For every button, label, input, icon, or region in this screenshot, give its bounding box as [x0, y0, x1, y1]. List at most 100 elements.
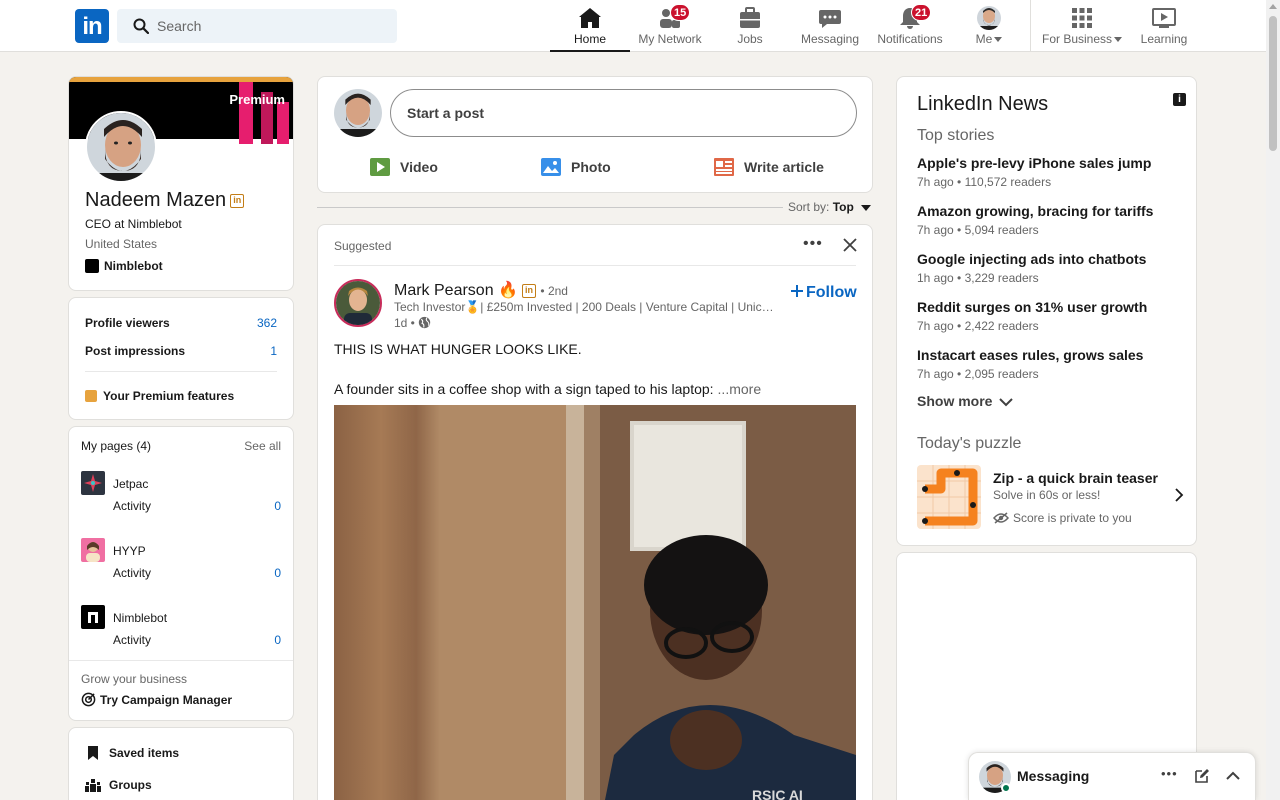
see-more-link[interactable]: ...more: [718, 381, 762, 397]
share-box: Start a post Video Photo Write article: [317, 76, 873, 193]
puzzle-privacy: Score is private to you: [993, 511, 1132, 525]
nav-messaging[interactable]: Messaging: [790, 0, 870, 52]
nav-divider: [1030, 0, 1031, 52]
search-input[interactable]: [157, 9, 387, 43]
campaign-manager-link[interactable]: Try Campaign Manager: [81, 692, 232, 708]
show-more-button[interactable]: Show more: [917, 393, 1014, 409]
avatar[interactable]: [334, 89, 382, 137]
see-all-link[interactable]: See all: [244, 439, 281, 453]
news-item[interactable]: Amazon growing, bracing for tariffs 7h ag…: [917, 203, 1187, 237]
eye-slash-icon: [993, 512, 1009, 524]
nav-my-network[interactable]: 15 My Network: [630, 0, 710, 52]
compose-icon[interactable]: [1194, 768, 1210, 784]
nav-for-business[interactable]: For Business: [1036, 0, 1128, 52]
online-status-dot: [1001, 783, 1011, 793]
divider: [334, 265, 856, 266]
page-item-nimblebot[interactable]: Nimblebot Activity 0: [81, 605, 281, 657]
caret-down-icon: [861, 204, 872, 211]
more-options-icon[interactable]: •••: [803, 235, 823, 253]
news-item[interactable]: Reddit surges on 31% user growth 7h ago •…: [917, 299, 1187, 333]
learning-play-icon: [1152, 8, 1176, 28]
chevron-up-icon[interactable]: [1225, 770, 1241, 782]
globe-icon: [419, 317, 431, 329]
profile-company[interactable]: Nimblebot: [85, 258, 163, 274]
author-headline: Tech Investor🏅| £250m Invested | 200 Dea…: [394, 300, 778, 314]
divider: [69, 660, 293, 661]
puzzle-description: Solve in 60s or less!: [993, 488, 1101, 502]
sort-divider: [317, 207, 783, 208]
divider: [85, 371, 277, 372]
photo-button[interactable]: Photo: [541, 149, 631, 185]
sort-control[interactable]: Sort by: Top: [788, 200, 872, 214]
page-item-hyyp[interactable]: HYYP Activity 0: [81, 538, 281, 590]
groups-link[interactable]: Groups: [109, 778, 152, 792]
nav-me-label: Me: [950, 32, 1028, 46]
scrollbar-thumb[interactable]: [1269, 16, 1277, 151]
grow-business-label: Grow your business: [81, 672, 188, 686]
more-options-icon[interactable]: •••: [1161, 766, 1178, 781]
news-subtitle: Top stories: [917, 127, 995, 144]
profile-name[interactable]: Nadeem Mazen in: [85, 189, 245, 212]
chevron-right-icon[interactable]: [1174, 487, 1184, 503]
nav-notifications[interactable]: 21 Notifications: [870, 0, 950, 52]
premium-features-link[interactable]: Your Premium features: [85, 389, 277, 403]
saved-items-link[interactable]: Saved items: [109, 746, 179, 760]
vertical-scrollbar[interactable]: [1266, 0, 1280, 800]
post-impressions-row[interactable]: Post impressions 1: [85, 344, 277, 358]
profile-stats-card: Profile viewers 362 Post impressions 1 Y…: [68, 297, 294, 420]
home-icon: [579, 8, 601, 28]
post-text-line: A founder sits in a coffee shop with a s…: [334, 381, 762, 397]
post-impressions-value: 1: [270, 344, 277, 358]
write-article-button[interactable]: Write article: [714, 149, 844, 185]
chevron-down-icon: [999, 398, 1014, 407]
nav-learning[interactable]: Learning: [1132, 0, 1196, 52]
nav-me[interactable]: Me: [950, 0, 1028, 52]
author-name[interactable]: Mark Pearson 🔥 in • 2nd: [394, 280, 568, 300]
jetpac-logo-icon: [81, 471, 105, 495]
zip-puzzle-icon[interactable]: [917, 465, 981, 529]
suggested-label: Suggested: [334, 239, 392, 253]
chevron-down-icon: [994, 37, 1003, 43]
post-impressions-label: Post impressions: [85, 344, 186, 358]
profile-viewers-value: 362: [256, 316, 277, 330]
post-image[interactable]: RSIC AI: [334, 405, 856, 800]
chat-bubble-icon: [819, 10, 841, 28]
puzzle-heading: Today's puzzle: [917, 435, 1022, 452]
info-icon[interactable]: i: [1173, 93, 1186, 106]
post-time: 1d •: [394, 316, 431, 330]
nav-home[interactable]: Home: [550, 0, 630, 52]
news-title: LinkedIn News: [917, 93, 1049, 115]
search-box[interactable]: [117, 9, 397, 43]
puzzle-name[interactable]: Zip - a quick brain teaser: [993, 470, 1158, 486]
profile-card: Premium Nadeem Mazen in CEO at Nimblebot …: [68, 76, 294, 291]
video-icon: [370, 158, 390, 176]
my-pages-header: My pages (4) See all: [81, 439, 281, 453]
briefcase-icon: [740, 7, 760, 28]
news-item[interactable]: Apple's pre-levy iPhone sales jump 7h ago…: [917, 155, 1187, 189]
premium-label: Premium: [229, 92, 285, 107]
author-avatar[interactable]: [334, 279, 382, 327]
linkedin-logo-icon[interactable]: in: [75, 9, 109, 43]
profile-viewers-label: Profile viewers: [85, 316, 170, 330]
follow-button[interactable]: Follow: [790, 284, 857, 302]
scroll-up-arrow-icon[interactable]: [1269, 4, 1277, 9]
target-icon: [81, 692, 96, 707]
nav-jobs[interactable]: Jobs: [710, 0, 790, 52]
groups-icon: [85, 779, 101, 792]
my-pages-card: My pages (4) See all Jetpac Activity 0 H…: [68, 426, 294, 721]
video-button[interactable]: Video: [370, 149, 460, 185]
page-item-jetpac[interactable]: Jetpac Activity 0: [81, 471, 281, 523]
article-icon: [714, 158, 734, 176]
messaging-overlay[interactable]: Messaging •••: [968, 752, 1256, 800]
start-post-button[interactable]: Start a post: [390, 89, 857, 137]
profile-avatar[interactable]: [85, 111, 157, 183]
sort-value: Top: [832, 200, 854, 214]
nav-jobs-label: Jobs: [737, 32, 763, 46]
news-item[interactable]: Google injecting ads into chatbots 1h ago…: [917, 251, 1187, 285]
profile-viewers-row[interactable]: Profile viewers 362: [85, 316, 277, 330]
news-item[interactable]: Instacart eases rules, grows sales 7h ago…: [917, 347, 1187, 381]
grid-apps-icon: [1072, 8, 1092, 28]
close-icon[interactable]: [840, 235, 860, 255]
avatar: [977, 6, 1001, 30]
search-icon: [133, 18, 149, 34]
